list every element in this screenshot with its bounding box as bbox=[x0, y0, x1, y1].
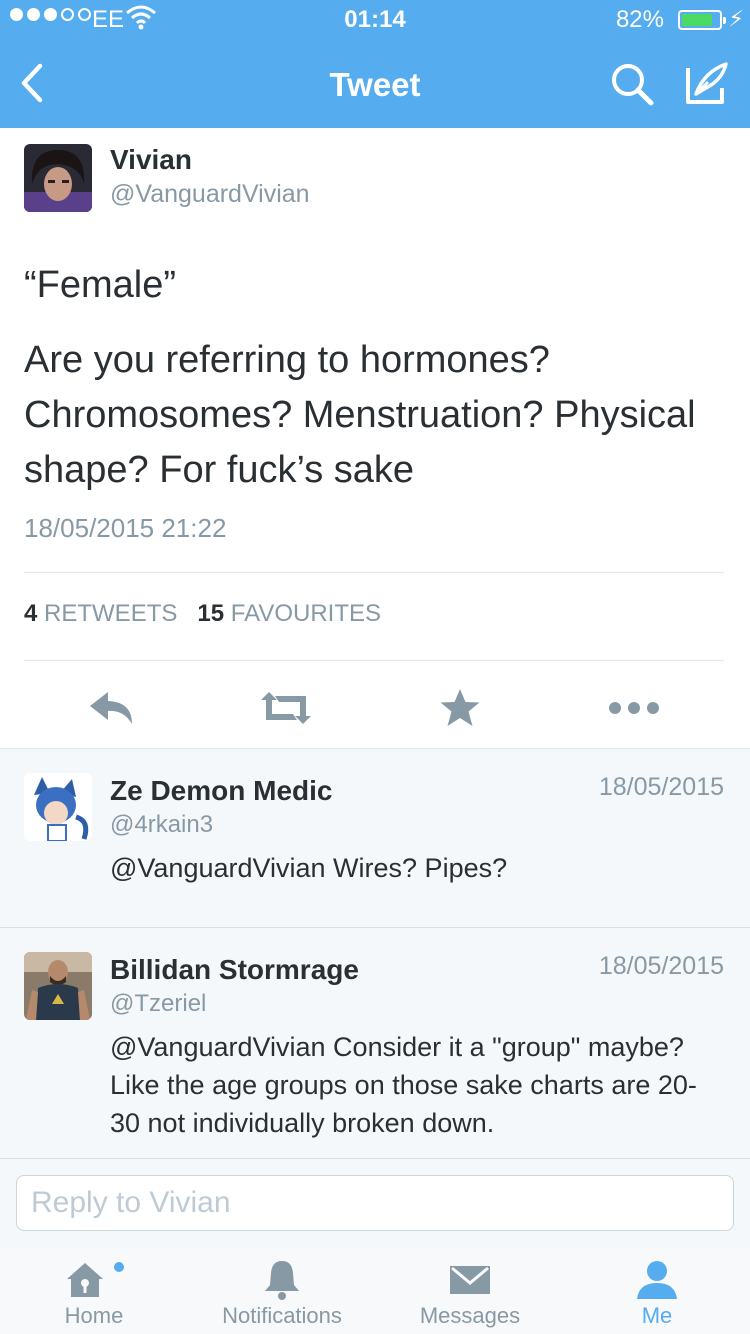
tweet-actions bbox=[0, 668, 750, 748]
retweet-icon[interactable] bbox=[256, 686, 316, 730]
bell-icon bbox=[202, 1257, 362, 1301]
tab-label: Home bbox=[64, 1303, 124, 1328]
battery-icon bbox=[678, 10, 726, 30]
tab-home[interactable]: Home bbox=[24, 1247, 164, 1334]
compose-icon[interactable] bbox=[682, 58, 732, 108]
reply-date: 18/05/2015 bbox=[598, 952, 724, 980]
tab-label: Me bbox=[641, 1303, 673, 1328]
tweet-text: “Female” Are you referring to hormones? … bbox=[24, 258, 724, 498]
reply-date: 18/05/2015 bbox=[598, 773, 724, 801]
tweet-text-body: Are you referring to hormones? Chromosom… bbox=[24, 339, 696, 491]
reply-author-handle[interactable]: @Tzeriel bbox=[110, 990, 206, 1018]
tab-me[interactable]: Me bbox=[600, 1247, 714, 1334]
tweet-timestamp: 18/05/2015 21:22 bbox=[24, 513, 227, 543]
battery-percent: 82% bbox=[615, 6, 664, 33]
author-name[interactable]: Vivian bbox=[110, 144, 192, 176]
avatar[interactable] bbox=[24, 952, 92, 1020]
retweets-count: 4 bbox=[24, 600, 38, 627]
reply-author-name[interactable]: Ze Demon Medic bbox=[110, 775, 332, 807]
replies-list: Ze Demon Medic @4rkain3 18/05/2015 @Vang… bbox=[0, 748, 750, 1159]
tab-label: Messages bbox=[419, 1303, 521, 1328]
favourites-label: FAVOURITES bbox=[230, 600, 382, 627]
reply-item[interactable]: Ze Demon Medic @4rkain3 18/05/2015 @Vang… bbox=[0, 749, 750, 928]
tab-label: Notifications bbox=[222, 1303, 342, 1328]
charging-bolt-icon: ⚡︎ bbox=[728, 6, 744, 31]
reply-icon[interactable] bbox=[84, 686, 140, 730]
tab-messages[interactable]: Messages bbox=[398, 1247, 542, 1334]
retweets-label: RETWEETS bbox=[44, 600, 178, 627]
retweets-stat[interactable]: 4 RETWEETS bbox=[24, 600, 177, 627]
tab-notifications[interactable]: Notifications bbox=[202, 1247, 362, 1334]
favourites-stat[interactable]: 15 FAVOURITES bbox=[197, 600, 381, 627]
more-options-icon[interactable] bbox=[606, 686, 662, 730]
avatar[interactable] bbox=[24, 144, 92, 212]
author-handle[interactable]: @VanguardVivian bbox=[110, 180, 310, 209]
search-icon[interactable] bbox=[608, 60, 656, 108]
reply-text: @VanguardVivian Consider it a "group" ma… bbox=[110, 1032, 697, 1138]
tweet-detail: Vivian @VanguardVivian “Female” Are you … bbox=[0, 128, 750, 748]
envelope-icon bbox=[398, 1257, 542, 1301]
status-bar: EE 01:14 82% ⚡︎ bbox=[0, 0, 750, 40]
favourites-count: 15 bbox=[197, 600, 225, 627]
reply-input[interactable] bbox=[16, 1175, 734, 1231]
tab-bar: Home Notifications Messages Me bbox=[0, 1247, 750, 1334]
avatar[interactable] bbox=[24, 773, 92, 841]
divider bbox=[24, 660, 724, 661]
reply-author-name[interactable]: Billidan Stormrage bbox=[110, 954, 359, 986]
reply-bar bbox=[0, 1158, 750, 1248]
reply-text: @VanguardVivian Wires? Pipes? bbox=[110, 853, 508, 883]
divider bbox=[24, 572, 724, 573]
reply-author-handle[interactable]: @4rkain3 bbox=[110, 811, 213, 839]
home-icon bbox=[24, 1257, 164, 1301]
tweet-text-quote: “Female” bbox=[24, 264, 177, 306]
nav-bar: Tweet bbox=[0, 40, 750, 128]
tweet-stats: 4 RETWEETS 15 FAVOURITES bbox=[24, 600, 381, 628]
top-bar: EE 01:14 82% ⚡︎ Tweet bbox=[0, 0, 750, 128]
reply-item[interactable]: Billidan Stormrage @Tzeriel 18/05/2015 @… bbox=[0, 928, 750, 1159]
person-icon bbox=[600, 1257, 714, 1301]
favourite-star-icon[interactable] bbox=[436, 686, 484, 730]
